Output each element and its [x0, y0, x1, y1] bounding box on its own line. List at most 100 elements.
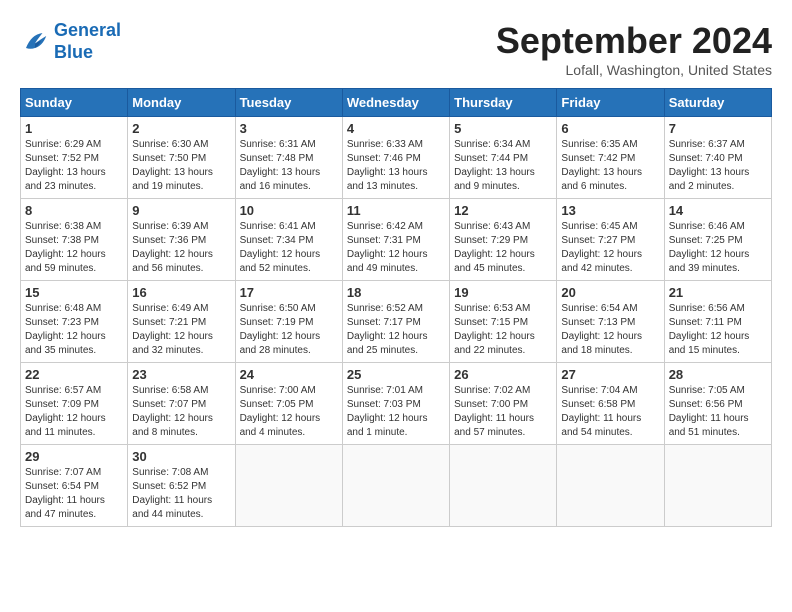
day-number: 20: [561, 285, 659, 300]
day-number: 2: [132, 121, 230, 136]
day-number: 7: [669, 121, 767, 136]
calendar-cell: 3 Sunrise: 6:31 AMSunset: 7:48 PMDaylight…: [235, 117, 342, 199]
day-number: 14: [669, 203, 767, 218]
calendar-cell: 16 Sunrise: 6:49 AMSunset: 7:21 PMDayligh…: [128, 281, 235, 363]
day-info: Sunrise: 7:02 AMSunset: 7:00 PMDaylight:…: [454, 384, 552, 440]
calendar-cell: [450, 445, 557, 527]
calendar-cell: [557, 445, 664, 527]
calendar-cell: 13 Sunrise: 6:45 AMSunset: 7:27 PMDayligh…: [557, 199, 664, 281]
calendar-cell: 23 Sunrise: 6:58 AMSunset: 7:07 PMDayligh…: [128, 363, 235, 445]
day-number: 21: [669, 285, 767, 300]
day-number: 4: [347, 121, 445, 136]
day-info: Sunrise: 6:45 AMSunset: 7:27 PMDaylight:…: [561, 220, 659, 276]
month-title: September 2024: [496, 20, 772, 62]
day-info: Sunrise: 6:58 AMSunset: 7:07 PMDaylight:…: [132, 384, 230, 440]
day-number: 23: [132, 367, 230, 382]
day-info: Sunrise: 6:53 AMSunset: 7:15 PMDaylight:…: [454, 302, 552, 358]
calendar-cell: 20 Sunrise: 6:54 AMSunset: 7:13 PMDayligh…: [557, 281, 664, 363]
calendar-cell: 26 Sunrise: 7:02 AMSunset: 7:00 PMDayligh…: [450, 363, 557, 445]
calendar-table: SundayMondayTuesdayWednesdayThursdayFrid…: [20, 88, 772, 527]
day-number: 9: [132, 203, 230, 218]
day-info: Sunrise: 6:31 AMSunset: 7:48 PMDaylight:…: [240, 138, 338, 194]
calendar-cell: 29 Sunrise: 7:07 AMSunset: 6:54 PMDayligh…: [21, 445, 128, 527]
day-number: 22: [25, 367, 123, 382]
day-info: Sunrise: 7:07 AMSunset: 6:54 PMDaylight:…: [25, 466, 123, 522]
calendar-cell: 28Sunrise: 7:05 AMSunset: 6:56 PMDayligh…: [664, 363, 771, 445]
day-info: Sunrise: 7:08 AMSunset: 6:52 PMDaylight:…: [132, 466, 230, 522]
day-number: 29: [25, 449, 123, 464]
day-info: Sunrise: 6:30 AMSunset: 7:50 PMDaylight:…: [132, 138, 230, 194]
day-number: 30: [132, 449, 230, 464]
day-header-monday: Monday: [128, 89, 235, 117]
page-header: General Blue September 2024 Lofall, Wash…: [20, 20, 772, 78]
day-number: 25: [347, 367, 445, 382]
day-header-thursday: Thursday: [450, 89, 557, 117]
day-number: 11: [347, 203, 445, 218]
calendar-cell: 22 Sunrise: 6:57 AMSunset: 7:09 PMDayligh…: [21, 363, 128, 445]
day-number: 27: [561, 367, 659, 382]
calendar-cell: 4 Sunrise: 6:33 AMSunset: 7:46 PMDaylight…: [342, 117, 449, 199]
day-info: Sunrise: 6:33 AMSunset: 7:46 PMDaylight:…: [347, 138, 445, 194]
calendar-cell: 24 Sunrise: 7:00 AMSunset: 7:05 PMDayligh…: [235, 363, 342, 445]
day-info: Sunrise: 6:39 AMSunset: 7:36 PMDaylight:…: [132, 220, 230, 276]
day-number: 26: [454, 367, 552, 382]
day-info: Sunrise: 6:46 AMSunset: 7:25 PMDaylight:…: [669, 220, 767, 276]
calendar-cell: 8 Sunrise: 6:38 AMSunset: 7:38 PMDaylight…: [21, 199, 128, 281]
day-header-wednesday: Wednesday: [342, 89, 449, 117]
day-number: 24: [240, 367, 338, 382]
day-info: Sunrise: 6:43 AMSunset: 7:29 PMDaylight:…: [454, 220, 552, 276]
day-number: 17: [240, 285, 338, 300]
day-info: Sunrise: 6:49 AMSunset: 7:21 PMDaylight:…: [132, 302, 230, 358]
day-number: 19: [454, 285, 552, 300]
day-info: Sunrise: 6:52 AMSunset: 7:17 PMDaylight:…: [347, 302, 445, 358]
day-header-saturday: Saturday: [664, 89, 771, 117]
calendar-cell: [664, 445, 771, 527]
calendar-cell: [235, 445, 342, 527]
day-number: 1: [25, 121, 123, 136]
day-number: 15: [25, 285, 123, 300]
calendar-cell: [342, 445, 449, 527]
calendar-cell: 12 Sunrise: 6:43 AMSunset: 7:29 PMDayligh…: [450, 199, 557, 281]
day-info: Sunrise: 6:54 AMSunset: 7:13 PMDaylight:…: [561, 302, 659, 358]
calendar-cell: 9 Sunrise: 6:39 AMSunset: 7:36 PMDaylight…: [128, 199, 235, 281]
logo: General Blue: [20, 20, 121, 63]
day-info: Sunrise: 6:56 AMSunset: 7:11 PMDaylight:…: [669, 302, 767, 358]
calendar-cell: 17Sunrise: 6:50 AMSunset: 7:19 PMDayligh…: [235, 281, 342, 363]
title-block: September 2024 Lofall, Washington, Unite…: [496, 20, 772, 78]
day-info: Sunrise: 6:38 AMSunset: 7:38 PMDaylight:…: [25, 220, 123, 276]
day-info: Sunrise: 6:57 AMSunset: 7:09 PMDaylight:…: [25, 384, 123, 440]
day-header-sunday: Sunday: [21, 89, 128, 117]
day-info: Sunrise: 6:35 AMSunset: 7:42 PMDaylight:…: [561, 138, 659, 194]
calendar-cell: 14 Sunrise: 6:46 AMSunset: 7:25 PMDayligh…: [664, 199, 771, 281]
day-number: 8: [25, 203, 123, 218]
calendar-week-4: 22 Sunrise: 6:57 AMSunset: 7:09 PMDayligh…: [21, 363, 772, 445]
day-number: 6: [561, 121, 659, 136]
calendar-week-5: 29 Sunrise: 7:07 AMSunset: 6:54 PMDayligh…: [21, 445, 772, 527]
logo-text: General Blue: [54, 20, 121, 63]
day-info: Sunrise: 7:00 AMSunset: 7:05 PMDaylight:…: [240, 384, 338, 440]
calendar-cell: 6 Sunrise: 6:35 AMSunset: 7:42 PMDaylight…: [557, 117, 664, 199]
calendar-week-2: 8 Sunrise: 6:38 AMSunset: 7:38 PMDaylight…: [21, 199, 772, 281]
day-header-tuesday: Tuesday: [235, 89, 342, 117]
day-info: Sunrise: 7:04 AMSunset: 6:58 PMDaylight:…: [561, 384, 659, 440]
day-number: 13: [561, 203, 659, 218]
day-info: Sunrise: 6:34 AMSunset: 7:44 PMDaylight:…: [454, 138, 552, 194]
calendar-cell: 19 Sunrise: 6:53 AMSunset: 7:15 PMDayligh…: [450, 281, 557, 363]
day-info: Sunrise: 7:05 AMSunset: 6:56 PMDaylight:…: [669, 384, 767, 440]
calendar-week-3: 15 Sunrise: 6:48 AMSunset: 7:23 PMDayligh…: [21, 281, 772, 363]
day-info: Sunrise: 6:48 AMSunset: 7:23 PMDaylight:…: [25, 302, 123, 358]
logo-icon: [20, 27, 50, 57]
day-number: 18: [347, 285, 445, 300]
day-number: 10: [240, 203, 338, 218]
calendar-cell: 21 Sunrise: 6:56 AMSunset: 7:11 PMDayligh…: [664, 281, 771, 363]
day-info: Sunrise: 7:01 AMSunset: 7:03 PMDaylight:…: [347, 384, 445, 440]
calendar-cell: 10Sunrise: 6:41 AMSunset: 7:34 PMDayligh…: [235, 199, 342, 281]
day-info: Sunrise: 6:42 AMSunset: 7:31 PMDaylight:…: [347, 220, 445, 276]
day-number: 16: [132, 285, 230, 300]
calendar-cell: 15 Sunrise: 6:48 AMSunset: 7:23 PMDayligh…: [21, 281, 128, 363]
location: Lofall, Washington, United States: [496, 62, 772, 78]
calendar-cell: 2 Sunrise: 6:30 AMSunset: 7:50 PMDaylight…: [128, 117, 235, 199]
day-number: 12: [454, 203, 552, 218]
day-number: 3: [240, 121, 338, 136]
calendar-cell: 18 Sunrise: 6:52 AMSunset: 7:17 PMDayligh…: [342, 281, 449, 363]
